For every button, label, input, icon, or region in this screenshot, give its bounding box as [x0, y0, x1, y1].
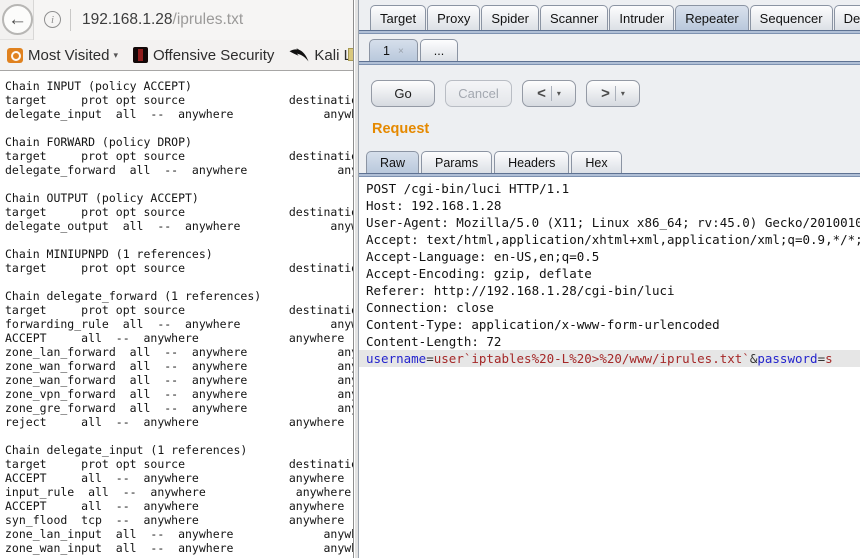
- screen: ← i 192.168.1.28/iprules.txt Most Visite…: [0, 0, 860, 558]
- bookmark-offensive-security[interactable]: Offensive Security: [133, 47, 274, 64]
- iptables-output: Chain INPUT (policy ACCEPT) target prot …: [0, 71, 353, 555]
- close-icon[interactable]: ×: [398, 46, 404, 57]
- tab-spider[interactable]: Spider: [481, 5, 539, 30]
- view-tab-hex[interactable]: Hex: [571, 151, 621, 173]
- repeater-tab-more[interactable]: ...: [420, 39, 458, 61]
- view-tab-params[interactable]: Params: [421, 151, 492, 173]
- info-icon[interactable]: i: [44, 11, 61, 28]
- dropdown-icon[interactable]: ▾: [621, 89, 625, 98]
- repeater-tab-label: 1: [383, 44, 390, 58]
- tab-sequencer[interactable]: Sequencer: [750, 5, 833, 30]
- request-headers[interactable]: POST /cgi-bin/luci HTTP/1.1 Host: 192.16…: [366, 180, 860, 350]
- bookmark-kali-linux[interactable]: Kali Linux: [289, 47, 353, 64]
- go-button[interactable]: Go: [371, 80, 435, 107]
- offensive-security-icon: [133, 47, 148, 63]
- bookmark-label: Offensive Security: [153, 47, 274, 64]
- back-button[interactable]: ←: [2, 4, 33, 35]
- next-request-button[interactable]: > ▾: [586, 80, 640, 107]
- tab-target[interactable]: Target: [370, 5, 426, 30]
- repeater-tab-1[interactable]: 1 ×: [369, 39, 418, 61]
- right-arrow-icon: >: [601, 85, 610, 102]
- tab-decoder[interactable]: Decoder: [834, 5, 860, 30]
- view-tab-raw[interactable]: Raw: [366, 151, 419, 173]
- tab-repeater[interactable]: Repeater: [675, 5, 748, 30]
- url-separator: [70, 9, 71, 31]
- url-host: 192.168.1.28: [82, 11, 173, 28]
- button-divider: [615, 86, 616, 101]
- url-path: /iprules.txt: [173, 11, 244, 28]
- browser-toolbar: ← i 192.168.1.28/iprules.txt: [0, 0, 353, 40]
- most-visited-folder-icon: [7, 48, 23, 63]
- repeater-controls: Go Cancel < ▾ > ▾: [359, 65, 860, 107]
- firefox-window: ← i 192.168.1.28/iprules.txt Most Visite…: [0, 0, 354, 558]
- chevron-down-icon: ▾: [113, 50, 118, 61]
- tab-scanner[interactable]: Scanner: [540, 5, 608, 30]
- url-bar[interactable]: i 192.168.1.28/iprules.txt: [33, 0, 353, 40]
- button-divider: [551, 86, 552, 101]
- request-editor[interactable]: POST /cgi-bin/luci HTTP/1.1 Host: 192.16…: [359, 177, 860, 558]
- dropdown-icon[interactable]: ▾: [557, 89, 561, 98]
- request-section-title: Request: [359, 107, 860, 137]
- bookmark-most-visited[interactable]: Most Visited ▾: [7, 47, 118, 64]
- cancel-button[interactable]: Cancel: [445, 80, 512, 107]
- left-arrow-icon: <: [537, 85, 546, 102]
- url-text[interactable]: 192.168.1.28/iprules.txt: [82, 11, 243, 29]
- tab-intruder[interactable]: Intruder: [609, 5, 674, 30]
- kali-dragon-icon: [289, 48, 309, 63]
- burp-main-tabs: Target Proxy Spider Scanner Intruder Rep…: [359, 0, 860, 30]
- burp-suite-window: Target Proxy Spider Scanner Intruder Rep…: [358, 0, 860, 558]
- view-tab-headers[interactable]: Headers: [494, 151, 569, 173]
- bookmark-label: Most Visited: [28, 47, 109, 64]
- request-view-tabs: Raw Params Headers Hex: [359, 137, 860, 173]
- request-body[interactable]: username=user`iptables%20-L%20>%20/www/i…: [359, 350, 860, 367]
- repeater-request-tabs: 1 × ...: [359, 34, 860, 61]
- tab-proxy[interactable]: Proxy: [427, 5, 480, 30]
- clipped-bookmark-icon[interactable]: [348, 48, 353, 61]
- prev-request-button[interactable]: < ▾: [522, 80, 576, 107]
- bookmarks-bar: Most Visited ▾ Offensive Security Kali L…: [0, 40, 353, 71]
